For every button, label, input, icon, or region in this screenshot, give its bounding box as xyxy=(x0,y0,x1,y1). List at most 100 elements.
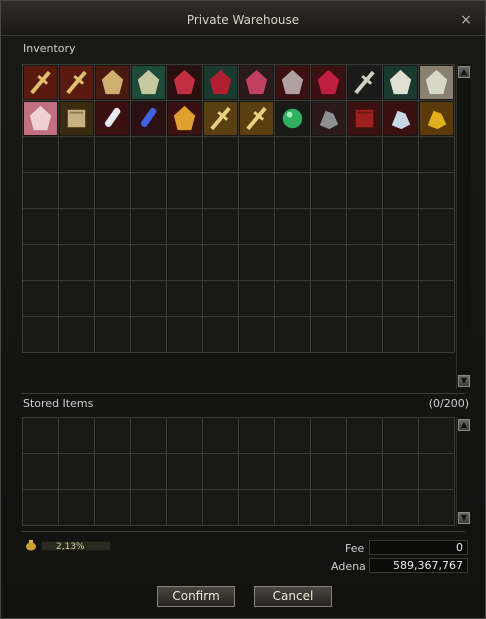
empty-slot[interactable] xyxy=(239,490,275,526)
empty-slot[interactable] xyxy=(59,317,95,353)
empty-slot[interactable] xyxy=(203,490,239,526)
empty-slot[interactable] xyxy=(131,454,167,490)
empty-slot[interactable] xyxy=(59,490,95,526)
empty-slot[interactable] xyxy=(95,418,131,454)
empty-slot[interactable] xyxy=(419,418,455,454)
empty-slot[interactable] xyxy=(59,173,95,209)
empty-slot[interactable] xyxy=(383,209,419,245)
item-slot[interactable] xyxy=(311,101,347,137)
cancel-button[interactable]: Cancel xyxy=(254,586,332,607)
empty-slot[interactable] xyxy=(347,173,383,209)
empty-slot[interactable] xyxy=(275,137,311,173)
scroll-down-icon[interactable]: ▼ xyxy=(458,375,470,387)
item-slot[interactable] xyxy=(275,65,311,101)
empty-slot[interactable] xyxy=(167,209,203,245)
empty-slot[interactable] xyxy=(95,209,131,245)
empty-slot[interactable] xyxy=(275,281,311,317)
empty-slot[interactable] xyxy=(167,454,203,490)
empty-slot[interactable] xyxy=(419,245,455,281)
empty-slot[interactable] xyxy=(131,490,167,526)
empty-slot[interactable] xyxy=(59,137,95,173)
empty-slot[interactable] xyxy=(311,209,347,245)
empty-slot[interactable] xyxy=(275,209,311,245)
empty-slot[interactable] xyxy=(167,490,203,526)
empty-slot[interactable] xyxy=(419,317,455,353)
close-icon[interactable]: × xyxy=(459,13,473,27)
item-slot[interactable] xyxy=(203,65,239,101)
item-slot[interactable] xyxy=(383,65,419,101)
item-slot[interactable] xyxy=(239,65,275,101)
empty-slot[interactable] xyxy=(419,490,455,526)
empty-slot[interactable] xyxy=(419,209,455,245)
empty-slot[interactable] xyxy=(59,418,95,454)
empty-slot[interactable] xyxy=(131,173,167,209)
empty-slot[interactable] xyxy=(131,281,167,317)
item-slot[interactable] xyxy=(59,65,95,101)
stored-scrollbar[interactable]: ▲ ▼ xyxy=(456,417,471,526)
item-slot[interactable] xyxy=(347,101,383,137)
empty-slot[interactable] xyxy=(311,317,347,353)
empty-slot[interactable] xyxy=(275,490,311,526)
empty-slot[interactable] xyxy=(23,173,59,209)
empty-slot[interactable] xyxy=(419,281,455,317)
empty-slot[interactable] xyxy=(131,317,167,353)
empty-slot[interactable] xyxy=(203,454,239,490)
empty-slot[interactable] xyxy=(23,209,59,245)
empty-slot[interactable] xyxy=(59,454,95,490)
empty-slot[interactable] xyxy=(59,281,95,317)
empty-slot[interactable] xyxy=(131,209,167,245)
empty-slot[interactable] xyxy=(23,490,59,526)
empty-slot[interactable] xyxy=(311,137,347,173)
empty-slot[interactable] xyxy=(203,137,239,173)
item-slot[interactable] xyxy=(23,101,59,137)
empty-slot[interactable] xyxy=(311,281,347,317)
empty-slot[interactable] xyxy=(239,209,275,245)
item-slot[interactable] xyxy=(131,65,167,101)
empty-slot[interactable] xyxy=(383,317,419,353)
empty-slot[interactable] xyxy=(383,490,419,526)
confirm-button[interactable]: Confirm xyxy=(157,586,235,607)
empty-slot[interactable] xyxy=(347,281,383,317)
empty-slot[interactable] xyxy=(347,245,383,281)
item-slot[interactable] xyxy=(23,65,59,101)
empty-slot[interactable] xyxy=(311,245,347,281)
empty-slot[interactable] xyxy=(275,418,311,454)
empty-slot[interactable] xyxy=(95,137,131,173)
empty-slot[interactable] xyxy=(311,418,347,454)
item-slot[interactable] xyxy=(275,101,311,137)
empty-slot[interactable] xyxy=(347,137,383,173)
empty-slot[interactable] xyxy=(383,418,419,454)
empty-slot[interactable] xyxy=(275,317,311,353)
empty-slot[interactable] xyxy=(383,454,419,490)
empty-slot[interactable] xyxy=(311,173,347,209)
item-slot[interactable] xyxy=(311,65,347,101)
empty-slot[interactable] xyxy=(95,454,131,490)
empty-slot[interactable] xyxy=(23,418,59,454)
empty-slot[interactable] xyxy=(167,317,203,353)
item-slot[interactable] xyxy=(203,101,239,137)
empty-slot[interactable] xyxy=(131,418,167,454)
item-slot[interactable] xyxy=(95,101,131,137)
empty-slot[interactable] xyxy=(311,490,347,526)
empty-slot[interactable] xyxy=(239,418,275,454)
empty-slot[interactable] xyxy=(383,245,419,281)
empty-slot[interactable] xyxy=(347,490,383,526)
title-bar[interactable]: Private Warehouse × xyxy=(1,1,485,36)
item-slot[interactable] xyxy=(383,101,419,137)
empty-slot[interactable] xyxy=(383,281,419,317)
empty-slot[interactable] xyxy=(23,454,59,490)
empty-slot[interactable] xyxy=(167,281,203,317)
empty-slot[interactable] xyxy=(23,137,59,173)
empty-slot[interactable] xyxy=(95,245,131,281)
item-slot[interactable] xyxy=(419,101,455,137)
empty-slot[interactable] xyxy=(419,137,455,173)
item-slot[interactable] xyxy=(347,65,383,101)
empty-slot[interactable] xyxy=(275,245,311,281)
item-slot[interactable] xyxy=(95,65,131,101)
empty-slot[interactable] xyxy=(347,317,383,353)
scroll-up-icon[interactable]: ▲ xyxy=(458,419,470,431)
empty-slot[interactable] xyxy=(59,209,95,245)
empty-slot[interactable] xyxy=(239,137,275,173)
item-slot[interactable] xyxy=(59,101,95,137)
item-slot[interactable] xyxy=(239,101,275,137)
